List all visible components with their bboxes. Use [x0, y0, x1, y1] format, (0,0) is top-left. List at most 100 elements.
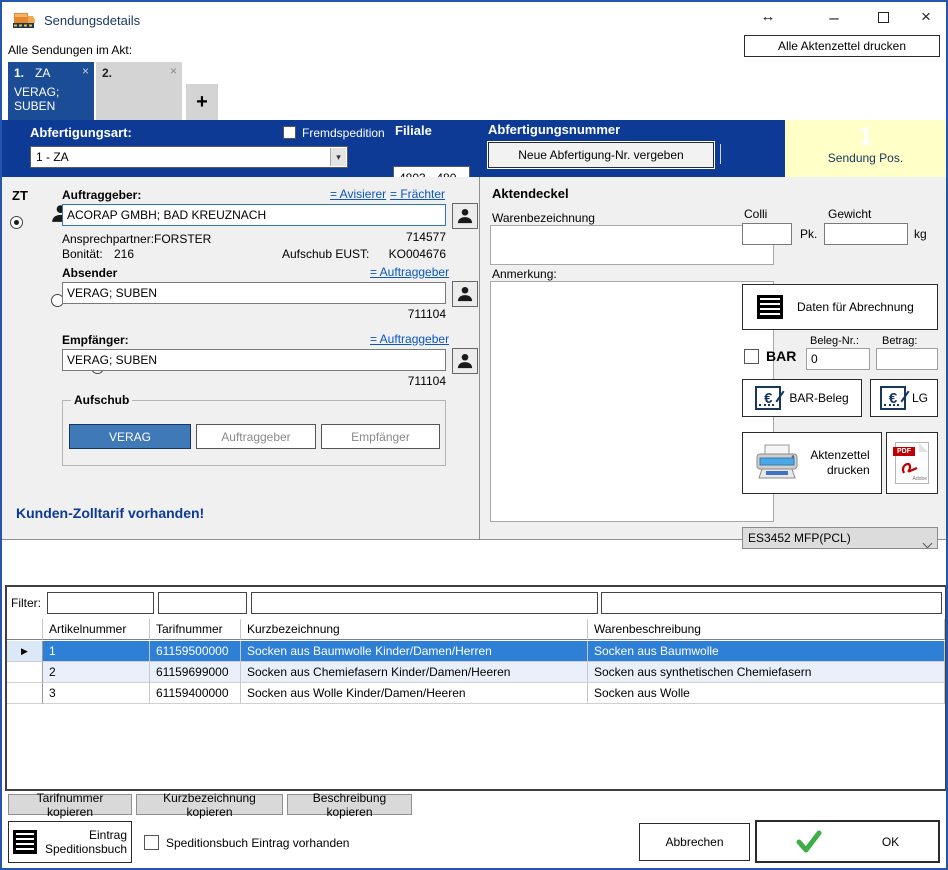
printer-icon: [754, 443, 800, 483]
empfaenger-auftraggeber-link[interactable]: = Auftraggeber: [370, 332, 449, 346]
cell-kurzbezeichnung[interactable]: Socken aus Chemiefasern Kinder/Damen/Hee…: [241, 662, 588, 683]
window-title: Sendungsdetails: [44, 13, 140, 28]
filter-input-tarifnummer[interactable]: [158, 592, 247, 614]
speditionsbuch-checkbox[interactable]: [144, 835, 159, 850]
maximize-icon[interactable]: [878, 12, 889, 23]
lg-button[interactable]: € LG: [870, 379, 938, 417]
empfaenger-person-button[interactable]: [452, 348, 478, 374]
cell-kurzbezeichnung[interactable]: Socken aus Wolle Kinder/Damen/Heeren: [241, 683, 588, 704]
avisierer-link[interactable]: = Avisierer: [330, 187, 386, 201]
aufschub-auftraggeber-button[interactable]: Auftraggeber: [196, 424, 316, 449]
beleg-nr-input[interactable]: [806, 348, 870, 370]
resize-icon[interactable]: ↔: [756, 8, 780, 25]
copy-kurzbezeichnung-button[interactable]: Kurzbezeichnung kopieren: [136, 794, 283, 815]
table-row[interactable]: 3 61159400000 Socken aus Wolle Kinder/Da…: [7, 683, 945, 704]
cell-artikelnummer[interactable]: 2: [43, 662, 150, 683]
fremdspedition-checkbox[interactable]: [283, 126, 296, 139]
printer-select[interactable]: ES3452 MFP(PCL): [742, 527, 938, 549]
tarif-table: Artikelnummer Tarifnummer Kurzbezeichnun…: [7, 619, 945, 640]
add-tab-button[interactable]: +: [186, 84, 218, 120]
abfertigungsart-arrow-icon[interactable]: ▾: [330, 148, 346, 166]
print-all-aktenzettel-button[interactable]: Alle Aktenzettel drucken: [744, 35, 940, 57]
anmerkung-textarea[interactable]: [490, 281, 774, 522]
abfertigungsart-select[interactable]: 1 - ZA ▾: [30, 146, 348, 168]
aufschub-verag-button[interactable]: VERAG: [69, 424, 191, 449]
minimize-icon[interactable]: –: [822, 8, 846, 28]
neue-abfertigungsnr-button[interactable]: Neue Abfertigung-Nr. vergeben: [488, 142, 714, 168]
table-row[interactable]: 2 61159699000 Socken aus Chemiefasern Ki…: [7, 662, 945, 683]
gewicht-input[interactable]: [824, 223, 908, 245]
check-icon: [796, 830, 822, 854]
header-artikelnummer[interactable]: Artikelnummer: [43, 619, 150, 640]
eintrag-label-1: Eintrag: [89, 828, 127, 842]
tab1-close-icon[interactable]: ×: [82, 64, 89, 78]
filter-input-warenbeschreibung[interactable]: [601, 592, 942, 614]
auftraggeber-input[interactable]: [62, 204, 446, 226]
pdf-export-button[interactable]: PDF Adobe: [886, 432, 938, 494]
auftraggeber-radio[interactable]: [10, 216, 23, 229]
eintrag-label-2: Speditionsbuch: [45, 842, 127, 856]
absender-auftraggeber-link[interactable]: = Auftraggeber: [370, 265, 449, 279]
betrag-input[interactable]: [876, 348, 938, 370]
tab1-line1: VERAG;: [14, 85, 59, 99]
absender-person-button[interactable]: [452, 281, 478, 307]
daten-abrechnung-button[interactable]: Daten für Abrechnung: [742, 284, 938, 330]
header-kurzbezeichnung[interactable]: Kurzbezeichnung: [241, 619, 588, 640]
cell-tarifnummer[interactable]: 61159699000: [150, 662, 241, 683]
aufschub-legend: Aufschub: [71, 393, 132, 407]
bar-checkbox[interactable]: [744, 349, 759, 364]
filter-input-kurzbezeichnung[interactable]: [251, 592, 598, 614]
aufschub-eust-value: KO004676: [382, 247, 446, 261]
gewicht-label: Gewicht: [828, 207, 871, 221]
abfertigungsart-value: 1 - ZA: [31, 150, 69, 164]
copy-beschreibung-button[interactable]: Beschreibung kopieren: [287, 794, 412, 815]
absender-input[interactable]: [62, 282, 446, 304]
sendung-pos-value: 1: [785, 121, 946, 151]
abfertigungsnummer-label: Abfertigungsnummer: [488, 122, 620, 137]
cell-artikelnummer[interactable]: 1: [43, 641, 150, 662]
row-indicator-icon: ▶: [7, 641, 43, 662]
warenbezeichnung-textarea[interactable]: [490, 225, 774, 265]
ok-label: OK: [882, 835, 899, 849]
header-tarifnummer[interactable]: Tarifnummer: [150, 619, 241, 640]
eintrag-speditionsbuch-button[interactable]: Eintrag Speditionsbuch: [8, 821, 132, 863]
tab-sendung-2[interactable]: 2. ×: [96, 62, 182, 120]
tab1-code: ZA: [35, 66, 50, 80]
betrag-label: Betrag:: [882, 335, 917, 347]
bonitaet-label: Bonität:: [62, 247, 103, 261]
filiale-label: Filiale: [395, 123, 432, 138]
cell-tarifnummer[interactable]: 61159400000: [150, 683, 241, 704]
cell-tarifnummer[interactable]: 61159500000: [150, 641, 241, 662]
cell-warenbeschreibung[interactable]: Socken aus synthetischen Chemiefasern: [588, 662, 945, 683]
warenbezeichnung-label: Warenbezeichnung: [492, 211, 595, 225]
abfertigungsart-label: Abfertigungsart:: [30, 125, 132, 140]
cell-warenbeschreibung[interactable]: Socken aus Baumwolle: [588, 641, 945, 662]
aktenzettel-drucken-button[interactable]: Aktenzettel drucken: [742, 432, 882, 494]
empfaenger-input[interactable]: [62, 349, 446, 371]
cell-warenbeschreibung[interactable]: Socken aus Wolle: [588, 683, 945, 704]
truck-icon: [12, 10, 36, 29]
fraechter-link[interactable]: = Frächter: [390, 187, 445, 201]
ok-button[interactable]: OK: [755, 820, 940, 863]
printer-chevron-icon[interactable]: [923, 539, 933, 549]
tab2-close-icon[interactable]: ×: [170, 64, 177, 78]
table-row[interactable]: ▶ 1 61159500000 Socken aus Baumwolle Kin…: [7, 641, 945, 662]
colli-input[interactable]: [742, 223, 792, 245]
aufschub-empfaenger-button[interactable]: Empfänger: [321, 424, 440, 449]
cell-kurzbezeichnung[interactable]: Socken aus Baumwolle Kinder/Damen/Herren: [241, 641, 588, 662]
cancel-button[interactable]: Abbrechen: [639, 823, 750, 861]
daten-abrechnung-label: Daten für Abrechnung: [797, 300, 914, 314]
cell-artikelnummer[interactable]: 3: [43, 683, 150, 704]
auftraggeber-person-button[interactable]: [452, 203, 478, 229]
euro-icon: €: [755, 386, 781, 410]
close-icon[interactable]: ×: [914, 7, 938, 27]
tab-sendung-1[interactable]: 1. ZA × VERAG; SUBEN: [8, 62, 94, 120]
filter-input-artikelnummer[interactable]: [47, 592, 154, 614]
copy-tarifnummer-button[interactable]: Tarifnummer kopieren: [8, 794, 132, 815]
filter-label: Filter:: [11, 596, 41, 610]
tab2-index: 2.: [102, 66, 112, 80]
ansprechpartner-value: FORSTER: [154, 232, 211, 246]
list-icon: [13, 830, 37, 854]
header-warenbeschreibung[interactable]: Warenbeschreibung: [588, 619, 945, 640]
bar-beleg-button[interactable]: € BAR-Beleg: [742, 379, 862, 417]
